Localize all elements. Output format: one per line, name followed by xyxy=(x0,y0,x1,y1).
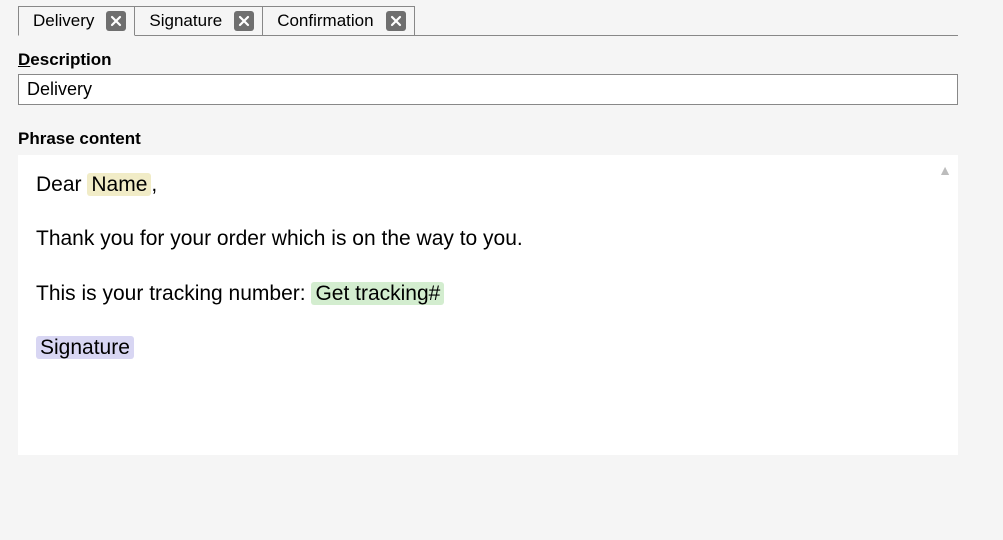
editor-text: This is your tracking number: xyxy=(36,282,311,305)
editor-text: Thank you for your order which is on the… xyxy=(36,227,523,250)
phrase-content-editor[interactable]: ▲ Dear Name, Thank you for your order wh… xyxy=(18,155,958,455)
tab-confirmation[interactable]: Confirmation xyxy=(262,6,414,36)
scroll-up-icon[interactable]: ▲ xyxy=(938,161,952,180)
tab-label: Confirmation xyxy=(277,11,373,31)
tab-label: Delivery xyxy=(33,11,94,31)
token-signature[interactable]: Signature xyxy=(36,336,134,359)
form-area: Description Phrase content ▲ Dear Name, … xyxy=(0,36,1003,455)
token-tracking[interactable]: Get tracking# xyxy=(311,282,444,305)
editor-text: , xyxy=(151,173,157,196)
tab-label: Signature xyxy=(149,11,222,31)
close-icon[interactable] xyxy=(234,11,254,31)
token-name[interactable]: Name xyxy=(87,173,151,196)
description-input[interactable] xyxy=(18,74,958,105)
tab-delivery[interactable]: Delivery xyxy=(18,6,135,36)
editor-text: Dear xyxy=(36,173,87,196)
close-icon[interactable] xyxy=(386,11,406,31)
tab-bar: Delivery Signature Confirmation xyxy=(0,0,1003,36)
description-label-rest: escription xyxy=(30,50,111,69)
close-icon[interactable] xyxy=(106,11,126,31)
phrase-content-label: Phrase content xyxy=(18,129,985,149)
description-label-accel: D xyxy=(18,50,30,69)
description-label: Description xyxy=(18,50,985,70)
tab-signature[interactable]: Signature xyxy=(134,6,263,36)
